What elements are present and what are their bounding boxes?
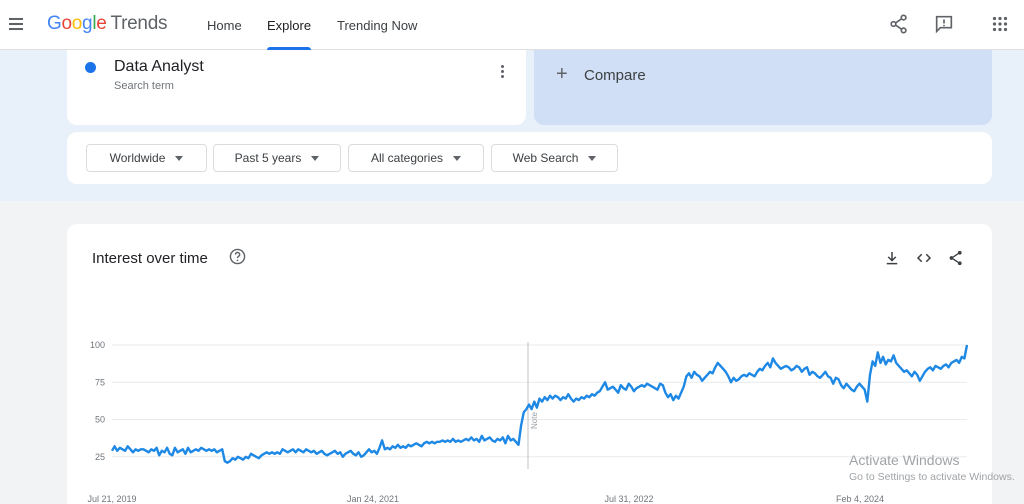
compare-button[interactable]: + Compare <box>534 50 992 125</box>
nav-explore-label: Explore <box>267 17 312 33</box>
logo-trends: Trends <box>110 13 168 34</box>
filter-location[interactable]: Worldwide <box>86 144 207 172</box>
share-icon[interactable] <box>888 13 910 35</box>
y-tick-label: 100 <box>90 340 105 350</box>
more-vert-icon[interactable] <box>499 65 505 81</box>
filter-search-type-label: Web Search <box>512 151 579 165</box>
x-tick-label: Feb 4, 2024 <box>836 494 884 504</box>
x-tick-label: Jan 24, 2021 <box>347 494 399 504</box>
dropdown-arrow-icon <box>453 155 462 161</box>
note-label: Note <box>530 412 539 429</box>
filter-time-range-label: Past 5 years <box>234 151 302 165</box>
apps-grid-icon[interactable] <box>989 13 1011 35</box>
nav-home[interactable]: Home <box>207 0 242 50</box>
search-term-card[interactable]: Data Analyst Search term <box>67 50 526 125</box>
y-tick-label: 25 <box>95 452 105 462</box>
term-color-dot <box>85 62 96 73</box>
google-trends-logo[interactable]: Google Trends <box>47 13 167 35</box>
nav-explore[interactable]: Explore <box>267 0 312 50</box>
feedback-icon[interactable] <box>933 13 955 35</box>
top-bar: Google Trends Home Explore Trending Now <box>0 0 1024 50</box>
logo-google: Google <box>47 13 107 34</box>
series-line[interactable] <box>110 344 969 464</box>
main-menu-icon[interactable] <box>6 14 26 34</box>
x-tick-label: Jul 21, 2019 <box>87 494 136 504</box>
compare-label: Compare <box>584 67 646 84</box>
filter-category[interactable]: All categories <box>348 144 484 172</box>
search-term-type: Search term <box>114 80 174 92</box>
x-tick-label: Jul 31, 2022 <box>604 494 653 504</box>
y-tick-label: 75 <box>95 377 105 387</box>
dropdown-arrow-icon <box>311 155 320 161</box>
plus-icon: + <box>556 63 568 85</box>
filter-search-type[interactable]: Web Search <box>491 144 618 172</box>
filter-location-label: Worldwide <box>109 151 166 165</box>
filter-time-range[interactable]: Past 5 years <box>213 144 341 172</box>
filter-category-label: All categories <box>370 151 444 165</box>
dropdown-arrow-icon <box>175 155 184 161</box>
nav-trending-now[interactable]: Trending Now <box>337 0 417 50</box>
search-term-name[interactable]: Data Analyst <box>114 58 204 76</box>
filters-bar: Worldwide Past 5 years All categories We… <box>67 132 992 184</box>
y-tick-label: 50 <box>95 415 105 425</box>
dropdown-arrow-icon <box>588 155 597 161</box>
interest-line-chart[interactable]: 25 50 75 100 Note Jul 21, 2019 Jan 24, 2021 Jul… <box>67 224 992 504</box>
